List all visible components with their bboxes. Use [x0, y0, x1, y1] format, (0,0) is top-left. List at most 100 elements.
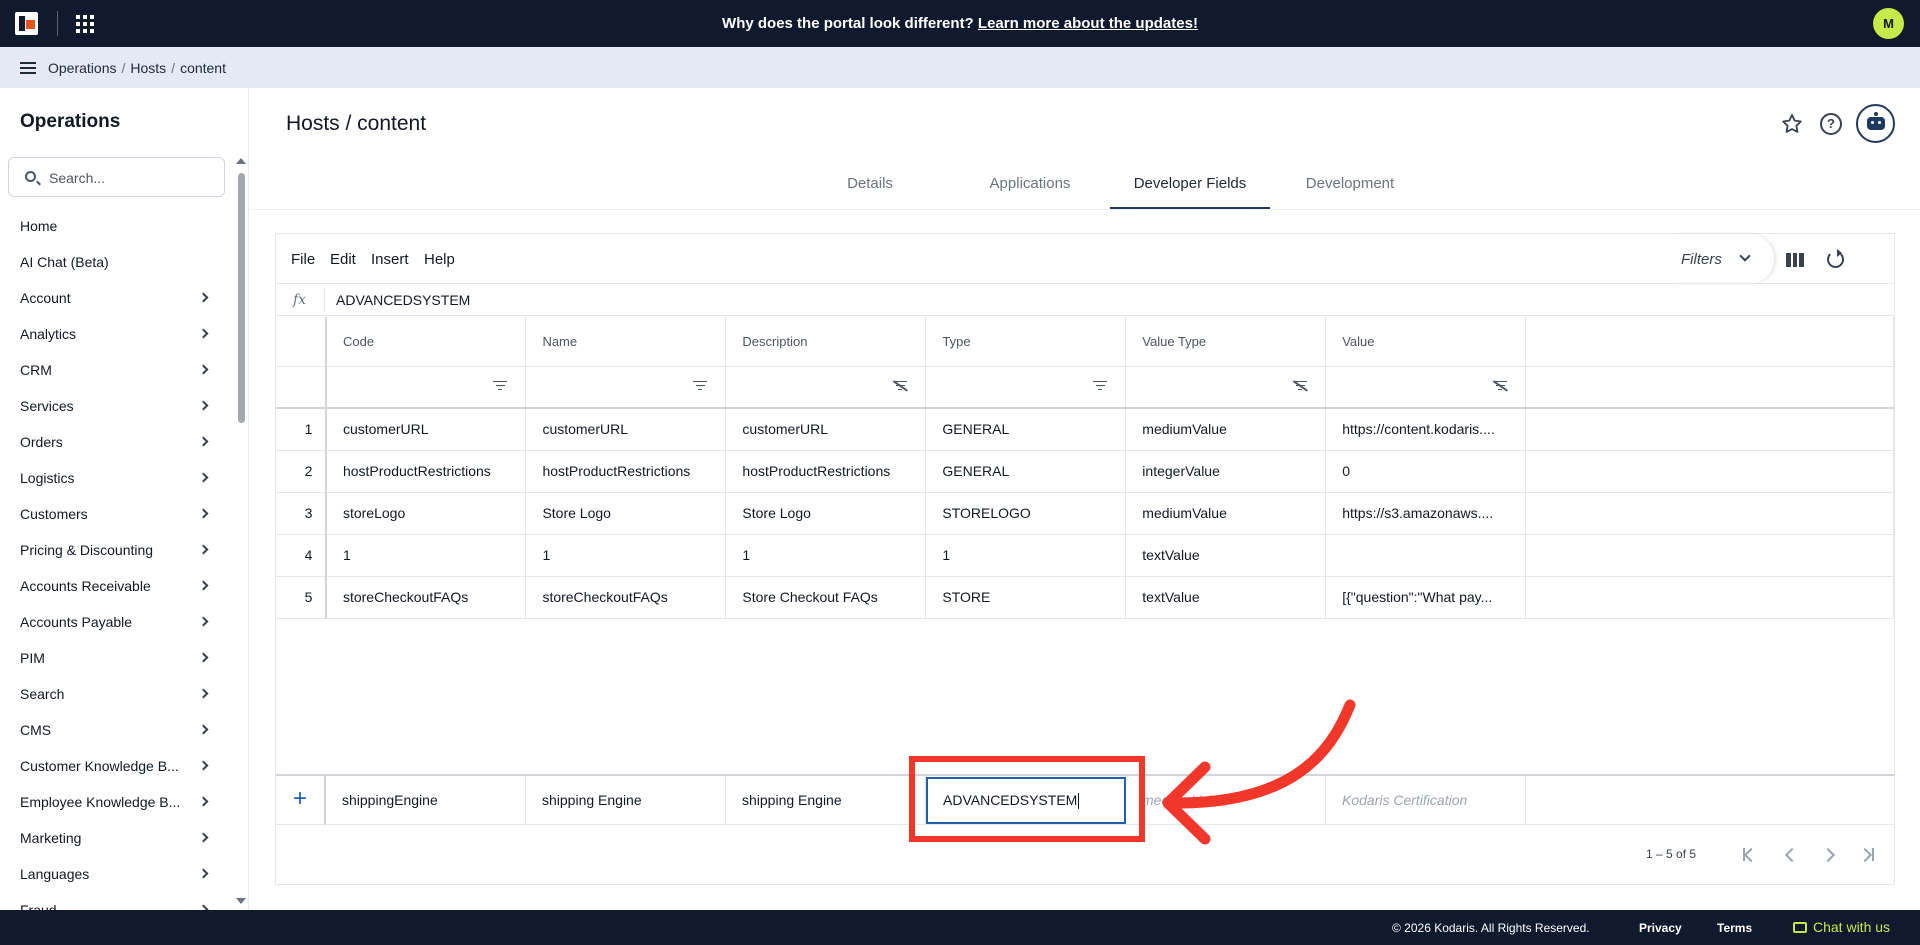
search-input[interactable] [49, 168, 219, 188]
column-header[interactable]: Description [725, 317, 927, 367]
tab-item[interactable]: Development [1270, 168, 1430, 210]
sidebar-item[interactable]: CMS [0, 712, 230, 748]
tab-item[interactable]: Details [790, 168, 950, 210]
column-header[interactable]: Name [525, 317, 727, 367]
sidebar-item[interactable]: Employee Knowledge B... [0, 784, 230, 820]
table-cell[interactable]: STORELOGO [925, 492, 1127, 535]
filter-cell[interactable] [325, 366, 527, 409]
column-header[interactable]: Value [1325, 317, 1527, 367]
sidebar-item[interactable]: Search [0, 676, 230, 712]
column-header[interactable]: Value Type [1125, 317, 1327, 367]
star-icon[interactable] [1780, 112, 1804, 136]
table-cell[interactable] [1325, 534, 1527, 577]
filter-cell[interactable] [725, 366, 927, 409]
table-row[interactable]: 5 storeCheckoutFAQs storeCheckoutFAQs Store… [276, 576, 1894, 619]
table-cell[interactable]: 1 [925, 534, 1127, 577]
table-cell[interactable]: Store Logo [525, 492, 727, 535]
user-avatar[interactable]: M [1873, 8, 1904, 39]
new-code-cell[interactable]: shippingEngine [326, 776, 526, 825]
table-row[interactable]: 4 1 1 1 1 textValue [276, 534, 1894, 577]
prev-page-icon[interactable] [1784, 848, 1796, 860]
tab-item[interactable]: Developer Fields [1110, 168, 1270, 210]
last-page-icon[interactable] [1861, 848, 1874, 861]
column-header[interactable]: Code [325, 317, 527, 367]
table-cell[interactable]: GENERAL [925, 450, 1127, 493]
filter-icon[interactable] [693, 380, 708, 391]
sidebar-scrollbar[interactable] [238, 173, 245, 423]
tab-item[interactable]: Applications [950, 168, 1110, 210]
ai-assistant-button[interactable] [1856, 104, 1895, 143]
table-row[interactable]: 2 hostProductRestrictions hostProductRestr… [276, 450, 1894, 493]
table-cell[interactable]: customerURL [525, 408, 727, 451]
sidebar-item[interactable]: CRM [0, 352, 230, 388]
table-cell[interactable]: 1 [525, 534, 727, 577]
filter-cell[interactable] [925, 366, 1127, 409]
first-page-icon[interactable] [1743, 848, 1755, 861]
columns-icon[interactable] [1786, 253, 1805, 267]
table-cell[interactable]: 1 [325, 534, 527, 577]
table-cell[interactable]: https://s3.amazonaws.... [1325, 492, 1527, 535]
table-cell[interactable]: hostProductRestrictions [725, 450, 927, 493]
table-cell[interactable]: integerValue [1125, 450, 1327, 493]
sidebar-item[interactable]: Languages [0, 856, 230, 892]
table-cell[interactable]: hostProductRestrictions [325, 450, 527, 493]
sidebar-item[interactable]: AI Chat (Beta) [0, 244, 230, 280]
sidebar-item[interactable]: Marketing [0, 820, 230, 856]
table-cell[interactable]: storeLogo [325, 492, 527, 535]
sidebar-item[interactable]: Services [0, 388, 230, 424]
menu-insert[interactable]: Insert [371, 251, 409, 268]
sidebar-item[interactable]: PIM [0, 640, 230, 676]
table-cell[interactable]: Store Logo [725, 492, 927, 535]
privacy-link[interactable]: Privacy [1639, 921, 1682, 935]
new-name-cell[interactable]: shipping Engine [526, 776, 726, 825]
table-cell[interactable]: 1 [725, 534, 927, 577]
filter-cell[interactable] [525, 366, 727, 409]
filter-icon[interactable] [493, 380, 508, 391]
banner-link[interactable]: Learn more about the updates! [978, 15, 1198, 32]
table-cell[interactable]: customerURL [725, 408, 927, 451]
sidebar-item[interactable]: Accounts Payable [0, 604, 230, 640]
table-cell[interactable]: GENERAL [925, 408, 1127, 451]
sidebar-item[interactable]: Customers [0, 496, 230, 532]
sidebar-item[interactable]: Customer Knowledge B... [0, 748, 230, 784]
sidebar-item[interactable]: Orders [0, 424, 230, 460]
scroll-up-arrow[interactable] [236, 158, 246, 164]
menu-file[interactable]: File [291, 251, 315, 268]
add-row-button[interactable]: + [276, 776, 326, 825]
sidebar-item[interactable]: Home [0, 208, 230, 244]
table-row[interactable]: 3 storeLogo Store Logo Store Logo STORELOGO m… [276, 492, 1894, 535]
table-cell[interactable]: storeCheckoutFAQs [325, 576, 527, 619]
new-description-cell[interactable]: shipping Engine [726, 776, 926, 825]
filters-dropdown[interactable]: Filters [1676, 234, 1775, 284]
refresh-icon[interactable] [1827, 249, 1844, 268]
table-cell[interactable]: mediumValue [1125, 492, 1327, 535]
filter-icon[interactable] [1093, 380, 1108, 391]
filter-cell[interactable] [1125, 366, 1327, 409]
formula-value[interactable]: ADVANCEDSYSTEM [336, 292, 470, 308]
table-row[interactable]: 1 customerURL customerURL customerURL GENERA… [276, 408, 1894, 451]
filter-off-icon[interactable] [1493, 380, 1508, 391]
table-cell[interactable]: textValue [1125, 576, 1327, 619]
chat-button[interactable]: Chat with us [1793, 919, 1890, 935]
filter-cell[interactable] [1325, 366, 1527, 409]
sidebar-item[interactable]: Analytics [0, 316, 230, 352]
sidebar-item[interactable]: Account [0, 280, 230, 316]
sidebar-item[interactable]: Pricing & Discounting [0, 532, 230, 568]
table-cell[interactable]: mediumValue [1125, 408, 1327, 451]
table-cell[interactable]: storeCheckoutFAQs [525, 576, 727, 619]
filter-off-icon[interactable] [893, 380, 908, 391]
menu-help[interactable]: Help [424, 251, 455, 268]
sidebar-item[interactable]: Fraud [0, 892, 230, 910]
table-cell[interactable]: https://content.kodaris.... [1325, 408, 1527, 451]
sidebar-search[interactable] [8, 157, 225, 197]
breadcrumb-item[interactable]: Hosts [130, 60, 166, 76]
sidebar-item[interactable]: Accounts Receivable [0, 568, 230, 604]
column-header[interactable]: Type [925, 317, 1127, 367]
terms-link[interactable]: Terms [1717, 921, 1752, 935]
menu-icon[interactable] [20, 62, 36, 74]
sidebar-item[interactable]: Logistics [0, 460, 230, 496]
help-icon[interactable]: ? [1820, 113, 1842, 135]
table-cell[interactable]: STORE [925, 576, 1127, 619]
table-cell[interactable]: [{"question":"What pay... [1325, 576, 1527, 619]
table-cell[interactable]: textValue [1125, 534, 1327, 577]
